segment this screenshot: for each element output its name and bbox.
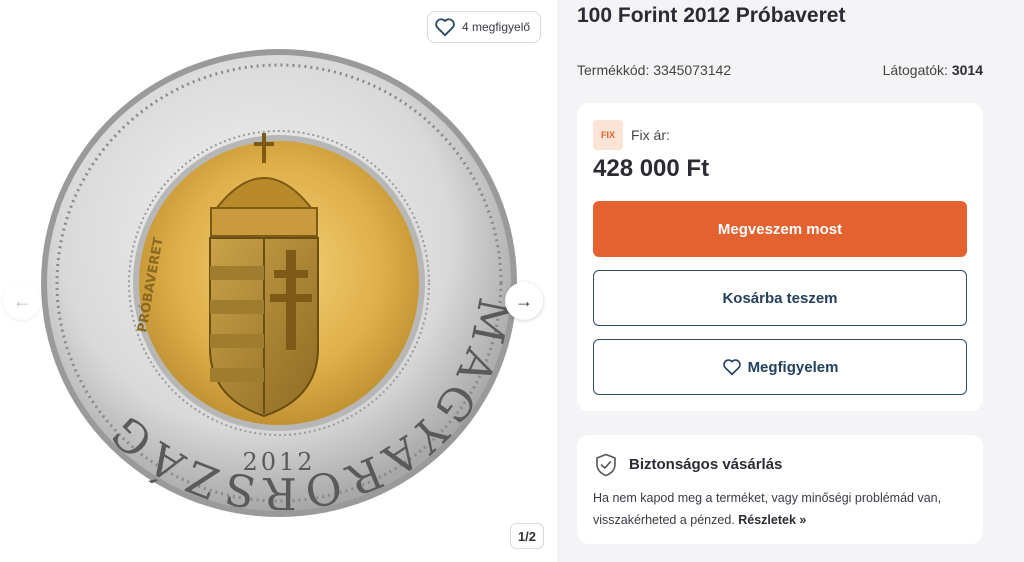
buy-now-label: Megveszem most: [717, 220, 843, 238]
watchers-count-label: 4 megfigyelő: [462, 20, 531, 34]
buy-now-button[interactable]: Megveszem most: [593, 201, 967, 257]
visitors-value: 3014: [951, 62, 983, 78]
add-to-cart-button[interactable]: Kosárba teszem: [593, 270, 967, 326]
coin-image[interactable]: MAGYARORSZÁG PRÓBAVERET 2012: [28, 38, 530, 528]
price-type-label: Fix ár:: [631, 127, 670, 143]
product-page: MAGYARORSZÁG PRÓBAVERET 2012 4 megfigyel…: [0, 0, 1024, 562]
visitors-label: Látogatók:: [882, 62, 948, 78]
fix-price-badge: FIX: [593, 120, 623, 150]
gallery-counter: 1/2: [510, 523, 544, 549]
shield-check-icon: [596, 453, 616, 477]
watch-button[interactable]: Megfigyelem: [593, 339, 967, 395]
coin-year: 2012: [242, 448, 315, 476]
safe-purchase-card: Biztonságos vásárlás Ha nem kapod meg a …: [577, 435, 983, 544]
product-code-value: 3345073142: [653, 62, 732, 78]
image-gallery: MAGYARORSZÁG PRÓBAVERET 2012 4 megfigyel…: [0, 0, 557, 562]
product-title: 100 Forint 2012 Próbaveret: [577, 4, 846, 27]
gallery-next-button[interactable]: →: [505, 282, 543, 320]
arrow-right-icon: →: [515, 290, 533, 311]
safe-purchase-text: Ha nem kapod meg a terméket, vagy minősé…: [593, 487, 973, 531]
heart-icon: [722, 359, 741, 376]
visitors: Látogatók: 3014: [883, 62, 983, 78]
product-meta: Termékkód: 3345073142 Látogatók: 3014: [577, 62, 983, 78]
purchase-card: FIX Fix ár: 428 000 Ft Megveszem most Ko…: [577, 103, 983, 411]
coat-of-arms-shield: [209, 237, 319, 418]
details-link[interactable]: Részletek »: [738, 513, 806, 527]
add-to-cart-label: Kosárba teszem: [722, 289, 838, 307]
watchers-badge[interactable]: 4 megfigyelő: [427, 11, 542, 43]
price-value: 428 000 Ft: [593, 155, 710, 182]
product-code-label: Termékkód:: [577, 62, 650, 78]
gallery-prev-button[interactable]: ←: [3, 282, 41, 320]
watch-label: Megfigyelem: [747, 358, 839, 376]
product-code: Termékkód: 3345073142: [577, 62, 731, 78]
arrow-left-icon: ←: [13, 290, 31, 311]
heart-icon: [435, 18, 455, 37]
safe-purchase-title: Biztonságos vásárlás: [629, 456, 783, 473]
